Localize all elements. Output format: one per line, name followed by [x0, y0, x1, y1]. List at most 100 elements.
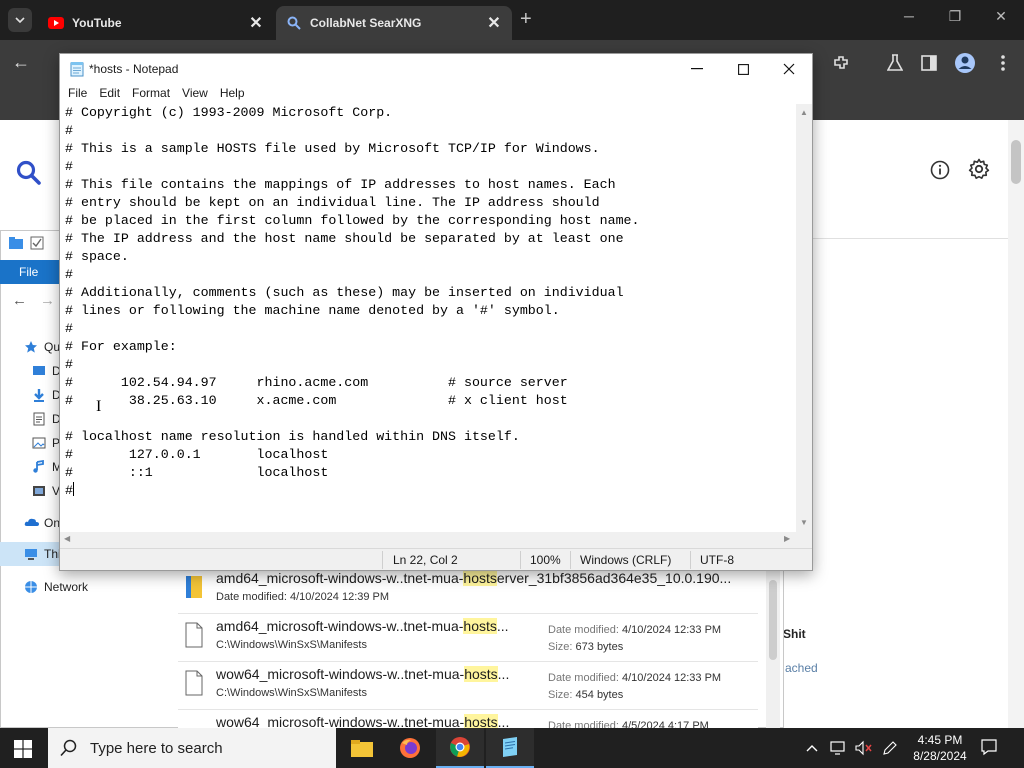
- search-result-row[interactable]: amd64_microsoft-windows-w..tnet-mua-host…: [178, 614, 758, 662]
- menu-file[interactable]: File: [62, 84, 93, 104]
- page-scrollbar[interactable]: [1008, 120, 1024, 728]
- taskbar-firefox[interactable]: [386, 728, 434, 768]
- status-divider: [520, 551, 521, 569]
- status-divider: [690, 551, 691, 569]
- text-line: # This is a sample HOSTS file used by Mi…: [65, 141, 600, 156]
- nav-item-onedrive[interactable]: On: [24, 516, 60, 530]
- search-result-row[interactable]: wow64_microsoft-windows-w..tnet-mua-host…: [178, 710, 758, 728]
- profile-avatar-icon[interactable]: [954, 52, 976, 74]
- notification-icon[interactable]: [980, 738, 998, 759]
- search-icon[interactable]: [16, 160, 42, 189]
- explorer-scrollbar-thumb[interactable]: [769, 580, 777, 660]
- labs-flask-icon[interactable]: [884, 52, 906, 74]
- nav-item-downloads[interactable]: D: [32, 388, 61, 402]
- menu-view[interactable]: View: [176, 84, 214, 104]
- text-line: # lines or following the machine name de…: [65, 303, 560, 318]
- nav-item-videos[interactable]: V: [32, 484, 60, 498]
- side-panel-icon[interactable]: [918, 52, 940, 74]
- text-line: #: [65, 123, 73, 138]
- result-name: wow64_microsoft-windows-w..tnet-mua-host…: [216, 714, 510, 728]
- menu-help[interactable]: Help: [214, 84, 251, 104]
- close-tab-icon[interactable]: ✕: [486, 13, 502, 33]
- window-title: *hosts - Notepad: [89, 62, 179, 76]
- notepad-text-area[interactable]: # Copyright (c) 1993-2009 Microsoft Corp…: [60, 104, 796, 532]
- taskbar-search-box[interactable]: Type here to search: [48, 728, 336, 768]
- text-line: #: [65, 267, 73, 282]
- onedrive-icon: [24, 516, 39, 530]
- nav-item-label: Network: [44, 580, 89, 594]
- gear-icon[interactable]: [968, 158, 990, 183]
- nav-item-this-pc[interactable]: Thi: [24, 547, 61, 561]
- notepad-icon: [503, 737, 517, 757]
- nav-item-music[interactable]: M: [32, 459, 62, 474]
- text-line: # Additionally, comments (such as these)…: [65, 285, 624, 300]
- tab-search-button[interactable]: [8, 8, 32, 32]
- back-arrow-icon[interactable]: ←: [12, 52, 30, 73]
- notepad-titlebar[interactable]: *hosts - Notepad: [60, 54, 812, 84]
- show-hidden-icons[interactable]: [806, 728, 818, 768]
- notepad-window: *hosts - Notepad File Edit Format View H…: [59, 53, 813, 571]
- scroll-up-arrow-icon[interactable]: ▲: [800, 108, 808, 117]
- taskbar-file-explorer[interactable]: [338, 728, 386, 768]
- network-icon: [830, 741, 845, 755]
- folder-file-icon: [184, 574, 204, 600]
- search-icon: [286, 15, 302, 31]
- status-encoding: UTF-8: [700, 553, 734, 567]
- nav-item-pictures[interactable]: P: [32, 436, 60, 450]
- folder-icon[interactable]: [8, 236, 24, 250]
- horizontal-scrollbar[interactable]: ◀ ▶: [60, 532, 796, 548]
- close-icon[interactable]: [766, 54, 812, 84]
- nav-item-documents[interactable]: D: [32, 412, 61, 426]
- back-arrow-icon[interactable]: ←: [12, 292, 27, 309]
- minimize-icon[interactable]: [674, 54, 720, 84]
- vertical-scrollbar[interactable]: ▲ ▼: [796, 104, 812, 532]
- taskbar-notepad[interactable]: [486, 728, 534, 768]
- result-name: amd64_microsoft-windows-w..tnet-mua-host…: [216, 618, 509, 634]
- youtube-icon: [48, 15, 64, 31]
- maximize-icon[interactable]: [720, 54, 766, 84]
- explorer-file-tab[interactable]: File: [0, 260, 60, 284]
- volume-muted-tray-icon[interactable]: [855, 728, 873, 768]
- menu-edit[interactable]: Edit: [93, 84, 126, 104]
- tab-searxng[interactable]: CollabNet SearXNG ✕: [276, 6, 512, 40]
- taskbar-chrome[interactable]: [436, 728, 484, 768]
- nav-item-desktop[interactable]: D: [32, 364, 61, 378]
- menu-format[interactable]: Format: [126, 84, 176, 104]
- windows-start-icon[interactable]: [14, 740, 32, 758]
- taskbar-clock[interactable]: 4:45 PM 8/28/2024: [900, 732, 980, 764]
- result-meta: Date modified: 4/10/2024 12:33 PM Size: …: [548, 624, 722, 653]
- new-tab-icon[interactable]: +: [520, 8, 532, 31]
- text-line: # space.: [65, 249, 129, 264]
- web-link-fragment[interactable]: ached: [785, 661, 818, 675]
- minimize-icon[interactable]: ─: [886, 8, 932, 24]
- pen-tray-icon[interactable]: [882, 728, 898, 768]
- info-icon[interactable]: [930, 160, 950, 183]
- scroll-down-arrow-icon[interactable]: ▼: [800, 518, 808, 527]
- search-result-row[interactable]: amd64_microsoft-windows-w..tnet-mua-host…: [178, 566, 758, 614]
- close-window-icon[interactable]: ✕: [978, 8, 1024, 25]
- scroll-left-arrow-icon[interactable]: ◀: [64, 534, 70, 543]
- notepad-statusbar: Ln 22, Col 2 100% Windows (CRLF) UTF-8: [60, 548, 812, 570]
- restore-icon[interactable]: ❐: [932, 8, 978, 25]
- page-scrollbar-thumb[interactable]: [1011, 140, 1021, 184]
- text-line: # This file contains the mappings of IP …: [65, 177, 616, 192]
- search-result-row[interactable]: wow64_microsoft-windows-w..tnet-mua-host…: [178, 662, 758, 710]
- menu-kebab-icon[interactable]: [992, 52, 1014, 74]
- nav-item-quick-access[interactable]: Qu: [24, 340, 60, 354]
- nav-item-network[interactable]: Network: [24, 580, 88, 594]
- music-icon: [32, 459, 46, 474]
- tab-youtube[interactable]: YouTube ✕: [38, 6, 274, 40]
- checkbox-icon[interactable]: [30, 236, 44, 250]
- desktop-icon: [32, 364, 46, 378]
- chrome-icon: [450, 737, 470, 757]
- extensions-icon[interactable]: [830, 52, 852, 74]
- network-tray-icon[interactable]: [830, 728, 848, 768]
- nav-item-label: Qu: [44, 340, 61, 354]
- chevron-down-icon: [15, 17, 25, 23]
- close-tab-icon[interactable]: ✕: [248, 13, 264, 33]
- scroll-right-arrow-icon[interactable]: ▶: [784, 534, 790, 543]
- result-name: amd64_microsoft-windows-w..tnet-mua-host…: [216, 570, 732, 586]
- result-name: wow64_microsoft-windows-w..tnet-mua-host…: [216, 666, 510, 682]
- forward-arrow-icon[interactable]: →: [40, 292, 55, 309]
- text-line: #: [65, 357, 73, 372]
